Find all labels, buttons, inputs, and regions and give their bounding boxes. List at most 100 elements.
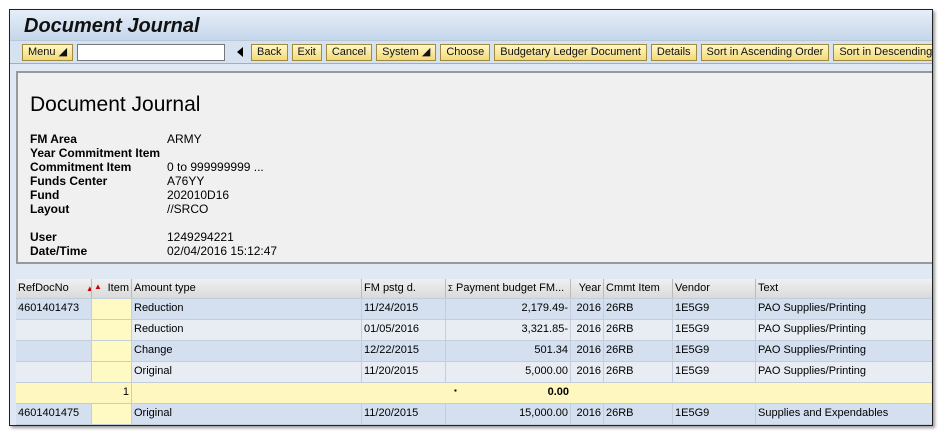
cell-refdocno: 4601401475 xyxy=(16,404,92,424)
cell-refdocno xyxy=(16,362,92,382)
cell-text: PAO Supplies/Printing xyxy=(756,341,932,361)
cell-cmmt-item: 26RB xyxy=(604,404,673,424)
field-value: 1249294221 xyxy=(167,230,234,244)
col-refdocno[interactable]: RefDocNo ▲ xyxy=(16,279,92,298)
header-field: Year Commitment Item xyxy=(30,146,277,160)
col-fm-pstg-date[interactable]: FM pstg d. xyxy=(362,279,446,298)
command-field[interactable] xyxy=(77,43,226,61)
sort-ascending-button[interactable]: Sort in Ascending Order xyxy=(700,43,830,61)
cancel-button[interactable]: Cancel xyxy=(325,43,373,61)
cell-year: 2016 xyxy=(571,299,604,319)
cell-vendor: 1E5G9 xyxy=(673,299,756,319)
table-row[interactable]: 4601401475 Original 11/20/2015 15,000.00 201… xyxy=(16,404,932,425)
cell-vendor: 1E5G9 xyxy=(673,404,756,424)
field-value: ARMY xyxy=(167,132,202,146)
cell-cmmt-item: 26RB xyxy=(604,341,673,361)
cell-vendor: 1E5G9 xyxy=(673,362,756,382)
subtotal-item: 1 xyxy=(92,383,132,403)
field-label: Fund xyxy=(30,188,60,202)
col-payment-budget[interactable]: Σ Payment budget FM... xyxy=(446,279,571,298)
cell-fm-pstg-date: 11/20/2015 xyxy=(362,404,446,424)
cell-amount-type: Original xyxy=(132,404,362,424)
cell-fm-pstg-date: 11/24/2015 xyxy=(362,299,446,319)
details-button[interactable]: Details xyxy=(650,43,697,61)
cell-vendor: 1E5G9 xyxy=(673,341,756,361)
col-text[interactable]: Text xyxy=(756,279,932,298)
cell-payment-budget: 2,179.49- xyxy=(446,299,571,319)
cell-payment-budget: 501.34 xyxy=(446,341,571,361)
header-field: Commitment Item 0 to 999999999 ... xyxy=(30,160,277,174)
field-label: FM Area xyxy=(30,132,77,146)
window-title: Document Journal xyxy=(10,10,932,40)
field-label: Year Commitment Item xyxy=(30,146,161,160)
cell-fm-pstg-date: 11/20/2015 xyxy=(362,362,446,382)
cell-year: 2016 xyxy=(571,320,604,340)
field-label: Funds Center xyxy=(30,174,108,188)
header-fields: FM Area ARMY Year Commitment Item Commitmen… xyxy=(30,132,277,258)
field-value: 202010D16 xyxy=(167,188,230,202)
sort-asc-icon: ▲ xyxy=(94,282,102,291)
table-row[interactable]: Change 12/22/2015 501.34 2016 26RB 1E5G9 PAO S… xyxy=(16,341,932,362)
cell-text: Supplies and Expendables xyxy=(756,404,932,424)
cell-year: 2016 xyxy=(571,404,604,424)
field-label: Commitment Item xyxy=(30,160,132,174)
field-value: A76YY xyxy=(167,174,205,188)
system-button[interactable]: System ◢ xyxy=(376,43,437,61)
cell-item xyxy=(92,362,132,382)
field-label: Date/Time xyxy=(30,244,88,258)
report-title: Document Journal xyxy=(30,93,201,116)
exit-button[interactable]: Exit xyxy=(291,43,322,61)
header-field xyxy=(30,216,277,230)
budgetary-ledger-button[interactable]: Budgetary Ledger Document xyxy=(494,43,647,61)
cell-text: PAO Supplies/Printing xyxy=(756,299,932,319)
sort-descending-button[interactable]: Sort in Descending xyxy=(833,43,932,61)
cell-amount-type: Reduction xyxy=(132,320,362,340)
results-grid: RefDocNo ▲ ▲Item Amount type FM pstg d. … xyxy=(16,279,932,425)
header-field: Layout //SRCO xyxy=(30,202,277,216)
subtotal-amount: 0.00 xyxy=(547,386,569,398)
cell-amount-type: Change xyxy=(132,341,362,361)
col-cmmt-item[interactable]: Cmmt Item xyxy=(604,279,673,298)
col-vendor[interactable]: Vendor xyxy=(673,279,756,298)
col-item[interactable]: ▲ Item xyxy=(92,279,132,298)
subtotal-row[interactable]: 1 ▪ 0.00 xyxy=(16,383,932,404)
field-value: //SRCO xyxy=(167,202,209,216)
cell-item xyxy=(92,320,132,340)
grid-header: RefDocNo ▲ ▲Item Amount type FM pstg d. … xyxy=(16,279,932,299)
header-field: Funds Center A76YY xyxy=(30,174,277,188)
cell-amount-type: Original xyxy=(132,362,362,382)
header-field: Date/Time 02/04/2016 15:12:47 xyxy=(30,244,277,258)
subtotal-marker: ▪ xyxy=(454,386,457,395)
col-amount-type[interactable]: Amount type xyxy=(132,279,362,298)
cell-text: PAO Supplies/Printing xyxy=(756,362,932,382)
table-row[interactable]: Original 11/20/2015 5,000.00 2016 26RB 1E5G9 P… xyxy=(16,362,932,383)
cell-cmmt-item: 26RB xyxy=(604,362,673,382)
toolbar: Menu ◢ Back Exit Cancel System ◢ Choose … xyxy=(10,40,932,64)
col-year[interactable]: Year xyxy=(571,279,604,298)
cell-year: 2016 xyxy=(571,362,604,382)
cell-fm-pstg-date: 12/22/2015 xyxy=(362,341,446,361)
choose-button[interactable]: Choose xyxy=(440,43,491,61)
field-label: Layout xyxy=(30,202,70,216)
cell-item xyxy=(92,299,132,319)
collapse-arrow-icon[interactable] xyxy=(237,47,244,57)
back-button[interactable]: Back xyxy=(251,43,288,61)
menu-button[interactable]: Menu ◢ xyxy=(22,43,74,61)
table-row[interactable]: 4601401473 Reduction 11/24/2015 2,179.49- 20… xyxy=(16,299,932,320)
cell-cmmt-item: 26RB xyxy=(604,299,673,319)
field-value: 0 to 999999999 ... xyxy=(167,160,264,174)
field-label xyxy=(30,216,167,230)
cell-payment-budget: 3,321.85- xyxy=(446,320,571,340)
cell-cmmt-item: 26RB xyxy=(604,320,673,340)
header-field: FM Area ARMY xyxy=(30,132,277,146)
report-header: Document Journal FM Area ARMY Year Commitm… xyxy=(16,71,932,264)
cell-refdocno xyxy=(16,320,92,340)
cell-payment-budget: 5,000.00 xyxy=(446,362,571,382)
cell-item xyxy=(92,341,132,361)
sum-icon: Σ xyxy=(448,284,453,293)
cell-year: 2016 xyxy=(571,341,604,361)
sap-window: Document Journal Menu ◢ Back Exit Cancel… xyxy=(9,9,933,426)
table-row[interactable]: Reduction 01/05/2016 3,321.85- 2016 26RB 1E5G… xyxy=(16,320,932,341)
cell-fm-pstg-date: 01/05/2016 xyxy=(362,320,446,340)
cell-vendor: 1E5G9 xyxy=(673,320,756,340)
